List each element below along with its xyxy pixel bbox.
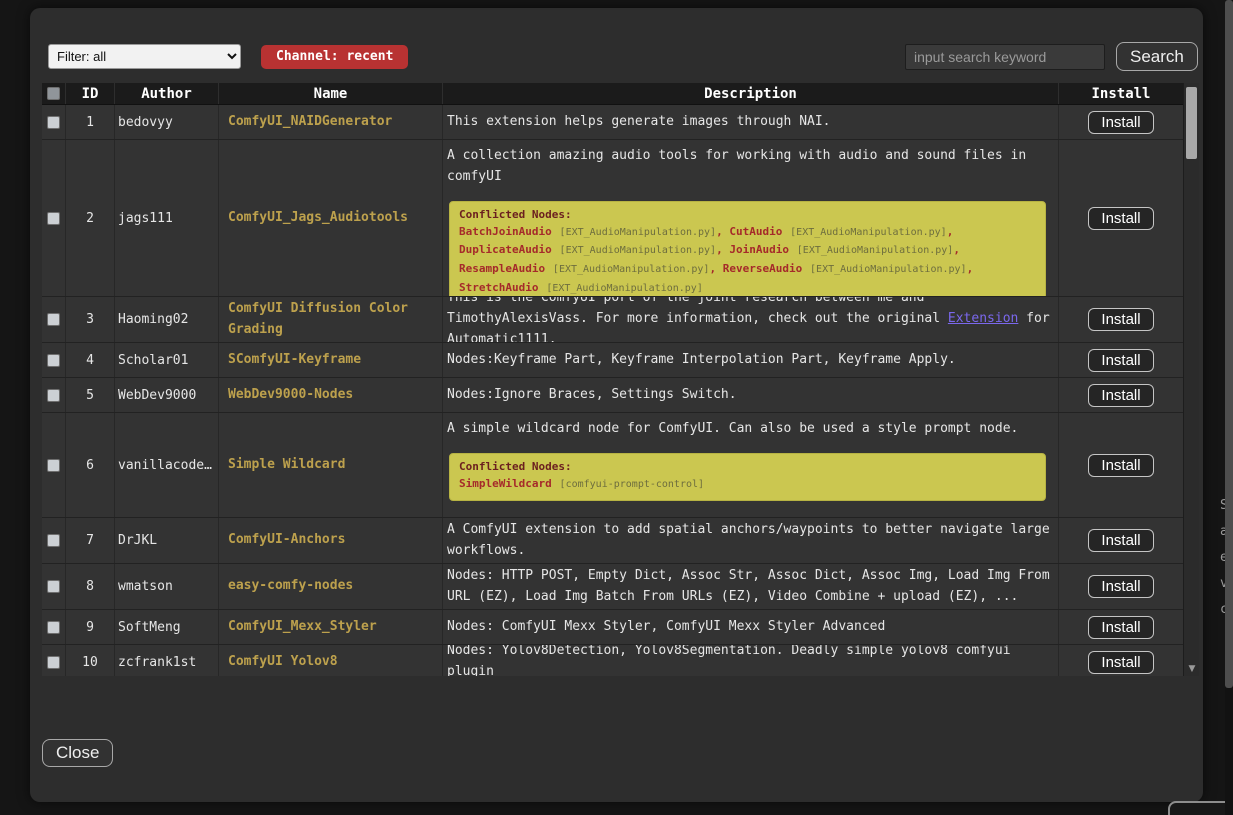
row-checkbox[interactable]	[47, 212, 60, 225]
table-row: 8 wmatson easy-comfy-nodes Nodes: HTTP P…	[42, 564, 1183, 610]
install-button[interactable]: Install	[1088, 207, 1153, 230]
row-checkbox[interactable]	[47, 354, 60, 367]
header-name: Name	[219, 83, 443, 104]
header-id: ID	[66, 83, 115, 104]
channel-badge: Channel: recent	[261, 45, 408, 69]
conflict-warning-box: Conflicted Nodes: BatchJoinAudio [EXT_Au…	[449, 201, 1046, 296]
row-id: 4	[66, 343, 115, 377]
table-row: 5 WebDev9000 WebDev9000-Nodes Nodes:Igno…	[42, 378, 1183, 413]
scroll-down-arrow-icon[interactable]: ▼	[1184, 664, 1199, 674]
row-author: bedovyy	[115, 105, 219, 139]
table-scrollbar[interactable]: ▼	[1183, 83, 1199, 676]
row-checkbox[interactable]	[47, 459, 60, 472]
table-row: 7 DrJKL ComfyUI-Anchors A ComfyUI extens…	[42, 518, 1183, 564]
search-input[interactable]	[905, 44, 1105, 70]
row-checkbox[interactable]	[47, 580, 60, 593]
extension-name-link[interactable]: Simple Wildcard	[228, 455, 345, 476]
row-id: 3	[66, 297, 115, 342]
extension-name-link[interactable]: ComfyUI_NAIDGenerator	[228, 112, 392, 133]
extension-name-link[interactable]: ComfyUI_Mexx_Styler	[228, 617, 377, 638]
custom-nodes-manager-dialog: Filter: all Channel: recent Search ID Au…	[30, 8, 1203, 802]
row-description: A simple wildcard node for ComfyUI. Can …	[447, 419, 1052, 440]
row-description: This is the ComfyUI port of the joint re…	[443, 297, 1059, 342]
install-button[interactable]: Install	[1088, 651, 1153, 674]
extension-name-link[interactable]: easy-comfy-nodes	[228, 576, 353, 597]
row-description: This extension helps generate images thr…	[443, 105, 1059, 139]
row-id: 5	[66, 378, 115, 412]
row-checkbox[interactable]	[47, 116, 60, 129]
row-id: 10	[66, 645, 115, 676]
extension-name-link[interactable]: ComfyUI_Jags_Audiotools	[228, 208, 408, 229]
install-button[interactable]: Install	[1088, 308, 1153, 331]
install-button[interactable]: Install	[1088, 111, 1153, 134]
row-id: 7	[66, 518, 115, 563]
row-checkbox[interactable]	[47, 656, 60, 669]
table-row: 10 zcfrank1st ComfyUI Yolov8 Nodes: Yolo…	[42, 645, 1183, 676]
row-id: 1	[66, 105, 115, 139]
extension-name-link[interactable]: WebDev9000-Nodes	[228, 385, 353, 406]
conflict-label: Conflicted Nodes:	[459, 207, 1036, 223]
table-row: 3 Haoming02 ComfyUI Diffusion Color Grad…	[42, 297, 1183, 343]
close-button[interactable]: Close	[42, 739, 113, 767]
row-checkbox[interactable]	[47, 621, 60, 634]
table-row: 1 bedovyy ComfyUI_NAIDGenerator This ext…	[42, 105, 1183, 140]
extension-name-link[interactable]: SComfyUI-Keyframe	[228, 350, 361, 371]
row-id: 9	[66, 610, 115, 644]
install-button[interactable]: Install	[1088, 384, 1153, 407]
extension-name-link[interactable]: ComfyUI Yolov8	[228, 652, 338, 673]
search-button[interactable]: Search	[1116, 42, 1198, 71]
row-author: DrJKL	[115, 518, 219, 563]
install-button[interactable]: Install	[1088, 529, 1153, 552]
install-button[interactable]: Install	[1088, 349, 1153, 372]
install-button[interactable]: Install	[1088, 575, 1153, 598]
extension-name-link[interactable]: ComfyUI-Anchors	[228, 530, 345, 551]
row-author: zcfrank1st	[115, 645, 219, 676]
row-author: vanillacode…	[115, 413, 219, 517]
row-author: jags111	[115, 140, 219, 296]
external-extension-link[interactable]: Extension	[948, 311, 1018, 326]
table-header-row: ID Author Name Description Install	[42, 83, 1183, 105]
table-row: 6 vanillacode… Simple Wildcard A simple …	[42, 413, 1183, 518]
page-scrollbar[interactable]	[1225, 0, 1233, 815]
row-author: wmatson	[115, 564, 219, 609]
row-description: A ComfyUI extension to add spatial ancho…	[443, 518, 1059, 563]
filter-select[interactable]: Filter: all	[48, 44, 241, 69]
row-description: Nodes: HTTP POST, Empty Dict, Assoc Str,…	[443, 564, 1059, 609]
row-id: 6	[66, 413, 115, 517]
row-description: A collection amazing audio tools for wor…	[447, 146, 1052, 188]
row-author: WebDev9000	[115, 378, 219, 412]
table-row: 9 SoftMeng ComfyUI_Mexx_Styler Nodes: Co…	[42, 610, 1183, 645]
row-checkbox[interactable]	[47, 534, 60, 547]
row-description: Nodes:Keyframe Part, Keyframe Interpolat…	[443, 343, 1059, 377]
row-id: 2	[66, 140, 115, 296]
row-description: Nodes:Ignore Braces, Settings Switch.	[443, 378, 1059, 412]
row-author: Haoming02	[115, 297, 219, 342]
row-checkbox[interactable]	[47, 313, 60, 326]
row-id: 8	[66, 564, 115, 609]
select-all-checkbox[interactable]	[47, 87, 60, 100]
extensions-table: ID Author Name Description Install 1 bed…	[42, 83, 1199, 676]
row-author: SoftMeng	[115, 610, 219, 644]
row-checkbox[interactable]	[47, 389, 60, 402]
conflict-label: Conflicted Nodes:	[459, 459, 1036, 475]
row-description: Nodes: Yolov8Detection, Yolov8Segmentati…	[443, 645, 1059, 676]
install-button[interactable]: Install	[1088, 454, 1153, 477]
header-install: Install	[1059, 83, 1183, 104]
install-button[interactable]: Install	[1088, 616, 1153, 639]
row-description: Nodes: ComfyUI Mexx Styler, ComfyUI Mexx…	[443, 610, 1059, 644]
extension-name-link[interactable]: ComfyUI Diffusion Color Grading	[228, 299, 438, 341]
clipped-background-button	[1168, 801, 1233, 815]
table-scrollbar-thumb[interactable]	[1186, 87, 1197, 159]
table-row: 4 Scholar01 SComfyUI-Keyframe Nodes:Keyf…	[42, 343, 1183, 378]
row-author: Scholar01	[115, 343, 219, 377]
page-scrollbar-thumb[interactable]	[1225, 0, 1233, 688]
header-description: Description	[443, 83, 1059, 104]
table-row: 2 jags111 ComfyUI_Jags_Audiotools A coll…	[42, 140, 1183, 297]
header-author: Author	[115, 83, 219, 104]
conflict-warning-box: Conflicted Nodes: SimpleWildcard [comfyu…	[449, 453, 1046, 501]
